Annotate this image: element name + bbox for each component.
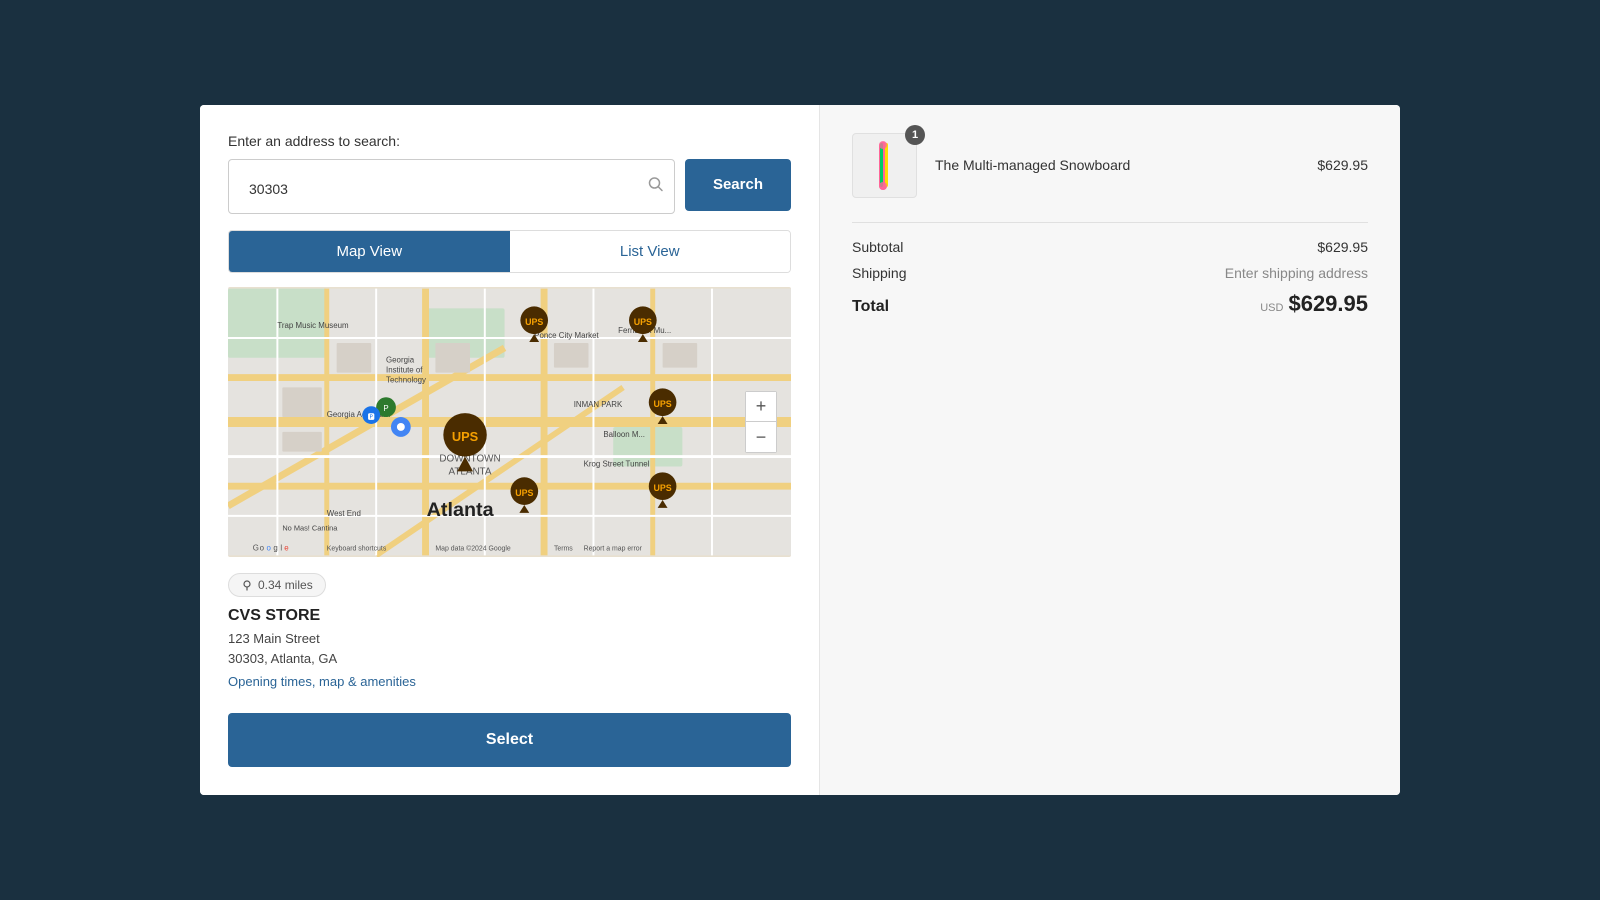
shipping-row: Shipping Enter shipping address [852, 265, 1368, 281]
map-area[interactable]: Atlanta DOWNTOWN ATLANTA Trap Music Muse… [228, 287, 791, 557]
svg-text:o: o [260, 544, 265, 553]
store-street: 123 Main Street [228, 629, 791, 649]
shipping-value: Enter shipping address [1225, 265, 1368, 281]
svg-text:g: g [273, 544, 277, 553]
search-row: Search by town, postcode or city Search [228, 159, 791, 215]
product-image [852, 133, 917, 198]
svg-text:West End: West End [327, 509, 361, 518]
svg-text:o: o [267, 544, 272, 553]
svg-text:Trap Music Museum: Trap Music Museum [277, 321, 349, 330]
left-panel: Enter an address to search: Search by to… [200, 105, 820, 796]
total-row: Total USD $629.95 [852, 291, 1368, 317]
tab-list-view[interactable]: List View [510, 231, 791, 272]
order-item: 1 The Multi-managed Snowboard $629.95 [852, 133, 1368, 198]
product-name: The Multi-managed Snowboard [935, 157, 1299, 173]
search-button[interactable]: Search [685, 159, 791, 211]
svg-text:UPS: UPS [634, 318, 652, 328]
product-price: $629.95 [1317, 157, 1368, 173]
svg-text:UPS: UPS [653, 399, 671, 409]
search-input[interactable] [239, 166, 638, 208]
svg-text:P: P [383, 404, 388, 413]
svg-text:Technology: Technology [386, 376, 426, 385]
svg-text:e: e [284, 544, 289, 553]
svg-text:UPS: UPS [452, 429, 479, 444]
svg-text:INMAN PARK: INMAN PARK [574, 400, 623, 409]
svg-text:Georgia: Georgia [386, 356, 415, 365]
store-result: 0.34 miles CVS STORE 123 Main Street 303… [228, 557, 791, 697]
svg-text:Ponce City Market: Ponce City Market [534, 331, 599, 340]
svg-text:UPS: UPS [515, 488, 533, 498]
subtotal-row: Subtotal $629.95 [852, 239, 1368, 255]
product-image-wrap: 1 [852, 133, 917, 198]
address-label: Enter an address to search: [228, 133, 791, 149]
distance-badge: 0.34 miles [228, 573, 326, 597]
svg-text:UPS: UPS [653, 483, 671, 493]
svg-text:No Mas! Cantina: No Mas! Cantina [282, 524, 338, 533]
search-input-wrap: Search by town, postcode or city [228, 159, 675, 215]
location-icon [241, 579, 253, 591]
store-name: CVS STORE [228, 607, 791, 625]
store-city-state: 30303, Atlanta, GA [228, 649, 791, 669]
right-panel: 1 The Multi-managed Snowboard $629.95 S [820, 105, 1400, 796]
svg-text:UPS: UPS [525, 318, 543, 328]
svg-text:Map data ©2024 Google: Map data ©2024 Google [435, 545, 511, 553]
svg-text:🅿: 🅿 [368, 413, 375, 421]
order-summary: Subtotal $629.95 Shipping Enter shipping… [852, 222, 1368, 317]
svg-text:l: l [280, 544, 282, 553]
svg-text:Keyboard shortcuts: Keyboard shortcuts [327, 546, 387, 553]
svg-text:Terms: Terms [554, 546, 573, 553]
map-zoom-controls: + − [745, 391, 777, 453]
zoom-out-button[interactable]: − [746, 422, 776, 452]
total-value-wrap: USD $629.95 [1260, 291, 1368, 317]
svg-text:Atlanta: Atlanta [427, 499, 495, 521]
search-icon [648, 176, 664, 197]
select-button[interactable]: Select [228, 713, 791, 767]
distance-text: 0.34 miles [258, 578, 313, 592]
product-badge: 1 [905, 125, 925, 145]
svg-text:Krog Street Tunnel: Krog Street Tunnel [584, 460, 650, 469]
shipping-label: Shipping [852, 265, 907, 281]
total-currency: USD [1260, 302, 1283, 314]
svg-text:Balloon M...: Balloon M... [603, 430, 645, 439]
tab-map-view[interactable]: Map View [229, 231, 510, 272]
svg-text:Report a map error: Report a map error [584, 546, 643, 553]
total-label: Total [852, 298, 889, 316]
view-tabs: Map View List View [228, 230, 791, 273]
subtotal-label: Subtotal [852, 239, 903, 255]
svg-text:G: G [253, 544, 259, 553]
store-details-link[interactable]: Opening times, map & amenities [228, 674, 416, 689]
svg-text:Institute of: Institute of [386, 366, 423, 375]
total-amount: $629.95 [1288, 291, 1368, 317]
zoom-in-button[interactable]: + [746, 392, 776, 422]
main-container: Enter an address to search: Search by to… [200, 105, 1400, 796]
subtotal-value: $629.95 [1317, 239, 1368, 255]
